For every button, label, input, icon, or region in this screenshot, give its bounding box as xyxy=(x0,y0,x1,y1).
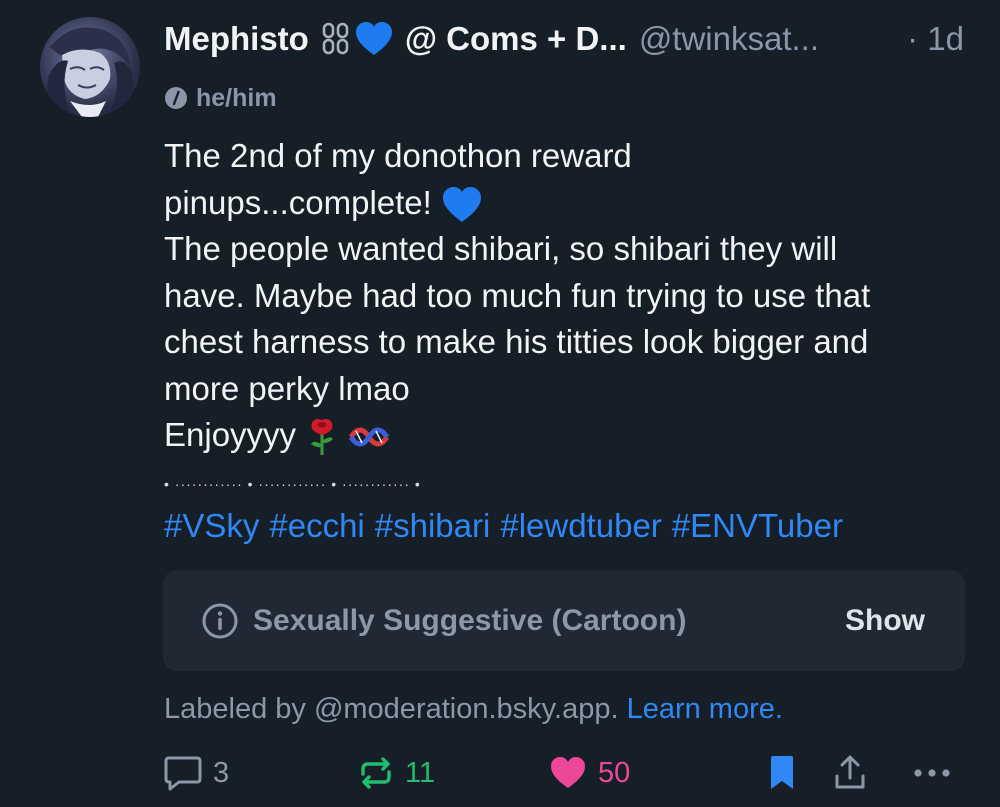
hashtag-link[interactable]: #ENVTuber xyxy=(672,507,843,544)
post-text-line: more perky lmao xyxy=(164,369,410,407)
hashtag-link[interactable]: #shibari xyxy=(375,507,491,544)
chain-icon xyxy=(322,22,349,55)
heart-icon xyxy=(551,757,585,788)
post-text-line-with-emoji: Enjoyyyy xyxy=(164,412,974,459)
post-text-line: Enjoyyyy xyxy=(164,416,297,453)
author-display-name[interactable]: Mephisto xyxy=(164,20,309,58)
avatar[interactable] xyxy=(40,17,140,117)
content-warning-card: Sexually Suggestive (Cartoon) Show xyxy=(163,570,965,671)
reply-button[interactable]: 3 xyxy=(163,752,229,794)
knot-icon xyxy=(349,427,390,447)
pronouns-row: he/him xyxy=(164,82,277,114)
pronouns: he/him xyxy=(196,83,277,112)
labeled-by-text: Labeled by @moderation.bsky.app. xyxy=(164,693,619,725)
post-actions: 3 11 50 xyxy=(163,752,963,794)
post-text-line: have. Maybe had too much fun trying to u… xyxy=(164,276,871,314)
post-text-line-with-emoji: pinups...complete! xyxy=(164,180,974,227)
content-label-text: Sexually Suggestive (Cartoon) xyxy=(253,603,687,637)
display-name-emoji xyxy=(321,21,393,57)
post-text: The 2nd of my donothon reward pinups...c… xyxy=(164,133,974,459)
learn-more-link[interactable]: Learn more. xyxy=(627,693,783,725)
show-content-button[interactable]: Show xyxy=(845,604,925,638)
post-header: Mephisto @ Coms + D... @twinksat... · 1d xyxy=(164,16,964,62)
like-count: 50 xyxy=(598,756,631,789)
pronoun-slash-icon xyxy=(165,87,187,109)
bookmark-icon xyxy=(771,756,793,789)
blue-heart-icon xyxy=(443,186,481,222)
like-button[interactable]: 50 xyxy=(548,752,630,794)
ellipsis-icon xyxy=(914,769,950,777)
hashtag-link[interactable]: #lewdtuber xyxy=(500,507,661,544)
reply-count: 3 xyxy=(213,756,230,789)
more-options-button[interactable] xyxy=(912,752,952,794)
author-display-name-suffix[interactable]: @ Coms + D... xyxy=(405,20,627,58)
post-text-line: pinups...complete! xyxy=(164,183,432,221)
info-icon xyxy=(202,603,238,638)
post-timestamp[interactable]: · 1d xyxy=(907,20,964,58)
blue-heart-icon xyxy=(355,22,392,55)
rose-icon xyxy=(311,419,334,456)
repost-button[interactable]: 11 xyxy=(357,752,435,794)
avatar-image xyxy=(45,27,135,117)
post-text-line: The 2nd of my donothon reward xyxy=(164,137,632,174)
repost-count: 11 xyxy=(405,756,436,789)
text-divider: • ············ • ············ • ········… xyxy=(164,476,421,492)
post-text-line: The people wanted shibari, so shibari th… xyxy=(164,230,838,267)
share-button[interactable] xyxy=(832,752,868,794)
post-text-line: chest harness to make his titties look b… xyxy=(164,323,869,360)
repost-icon xyxy=(361,757,391,789)
post: Mephisto @ Coms + D... @twinksat... · 1d… xyxy=(0,0,1000,807)
reply-icon xyxy=(164,756,202,791)
hashtag-link[interactable]: #VSky xyxy=(164,507,259,544)
share-icon xyxy=(835,755,865,789)
bookmark-button[interactable] xyxy=(767,752,797,794)
author-handle[interactable]: @twinksat... xyxy=(639,20,819,58)
hashtags: #VSky #ecchi #shibari #lewdtuber #ENVTuber xyxy=(164,507,853,545)
hashtag-link[interactable]: #ecchi xyxy=(269,507,364,544)
labeled-by-notice: Labeled by @moderation.bsky.app. Learn m… xyxy=(164,693,783,726)
